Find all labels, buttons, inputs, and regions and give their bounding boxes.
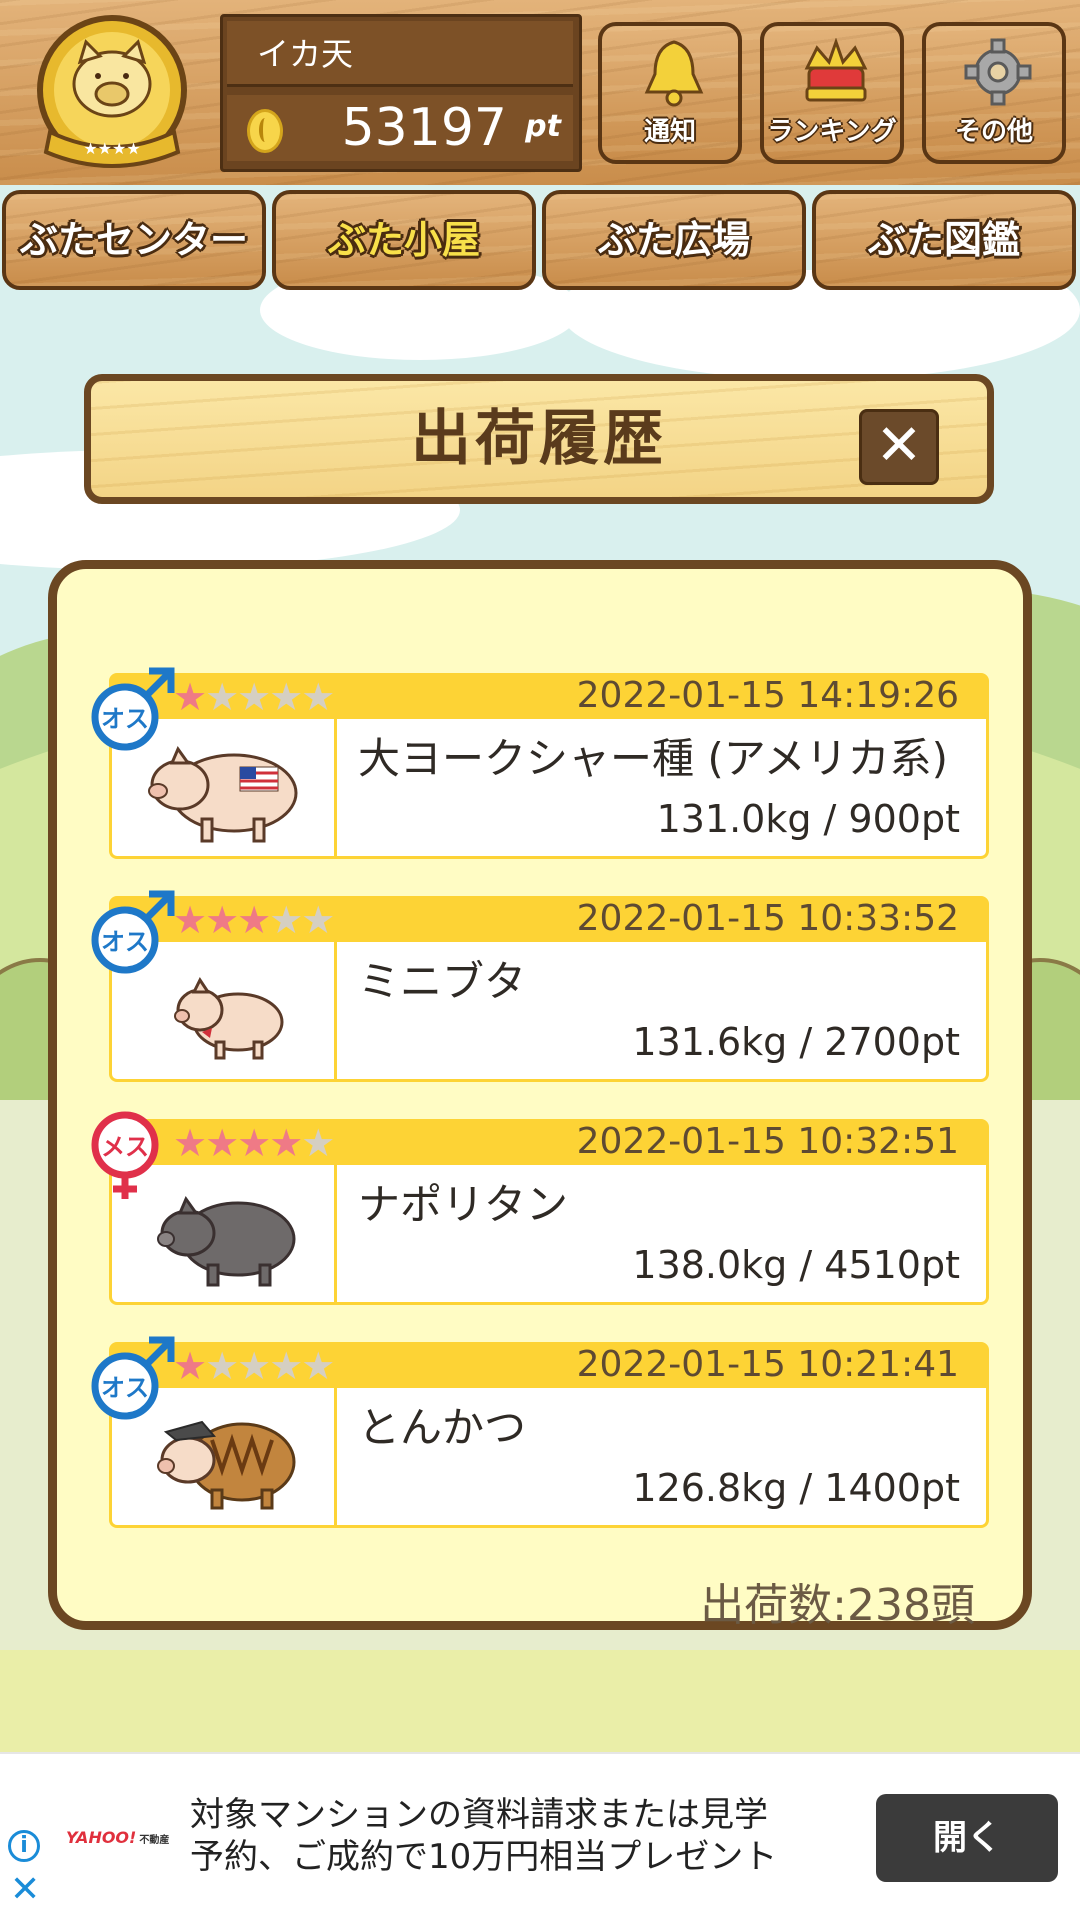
divider [334,942,337,1079]
pig-breed-name: とんかつ [358,1403,527,1452]
ad-text: 対象マンションの資料請求または見学予約、ご成約で10万円相当プレゼント [190,1795,778,1877]
entry-body: ナポリタン 138.0kg / 4510pt [109,1165,989,1305]
ad-open-button[interactable]: 開く [876,1794,1058,1882]
entry-body: ミニブタ 131.6kg / 2700pt [109,942,989,1082]
shipping-date: 2022-01-15 10:21:41 [576,1344,959,1385]
list-item[interactable]: ★★★★★ 2022-01-15 10:33:52 ミニブタ 131.6kg /… [91,890,989,1084]
info-icon[interactable]: i [8,1830,40,1862]
male-icon: オス [91,667,175,751]
divider [334,1388,337,1525]
rating-stars: ★★★★★ [173,898,335,942]
close-icon: ✕ [875,413,923,478]
top-header: ★★★★ イカ天 53197 pt 通知 ランキング その他 [0,0,1080,185]
other-label: その他 [954,117,1033,147]
coin-icon [247,109,283,153]
close-ad-icon[interactable]: ✕ [10,1872,40,1908]
divider [334,1165,337,1302]
entry-body: とんかつ 126.8kg / 1400pt [109,1388,989,1528]
rating-stars: ★★★★★ [173,675,335,719]
svg-text:オス: オス [101,928,149,956]
dialog-title-bar: 出荷履歴 ✕ [84,374,994,504]
tab-buta-hiroba[interactable]: ぶた広場 [542,190,806,290]
entry-header: ★★★★★ 2022-01-15 10:33:52 [109,896,989,942]
notification-button[interactable]: 通知 [598,22,742,164]
notification-label: 通知 [643,117,696,147]
gear-icon [964,38,1032,106]
weight-and-points: 131.6kg / 2700pt [632,1020,960,1064]
list-item[interactable]: ★★★★★ 2022-01-15 10:21:41 とんかつ 126.8kg /… [91,1336,989,1530]
tab-buta-center[interactable]: ぶたセンター [2,190,266,290]
tab-buta-koya[interactable]: ぶた小屋 [272,190,536,290]
entry-header: ★★★★★ 2022-01-15 10:32:51 [109,1119,989,1165]
list-item[interactable]: ★★★★★ 2022-01-15 10:32:51 ナポリタン 138.0kg … [91,1111,989,1307]
pig-medal-icon: ★★★★ [37,15,187,168]
points-display: 53197 pt [227,95,573,161]
ad-logo: YAHOO! 不動産 [66,1828,170,1847]
shipping-date: 2022-01-15 10:32:51 [576,1121,959,1162]
dialog-title: 出荷履歴 [411,404,667,474]
entry-header: ★★★★★ 2022-01-15 14:19:26 [109,673,989,719]
other-button[interactable]: その他 [922,22,1066,164]
pig-breed-name: ナポリタン [358,1180,569,1229]
weight-and-points: 126.8kg / 1400pt [632,1466,960,1510]
svg-text:オス: オス [101,1374,149,1402]
weight-and-points: 131.0kg / 900pt [656,797,960,841]
tab-buta-zukan[interactable]: ぶた図鑑 [812,190,1076,290]
svg-text:オス: オス [101,705,149,733]
pig-breed-name: 大ヨークシャー種 (アメリカ系) [358,734,949,783]
list-item[interactable]: ★★★★★ 2022-01-15 14:19:26 大ヨークシャー種 (アメリカ… [91,667,989,861]
points-value: 53197 [341,98,507,158]
entry-body: 大ヨークシャー種 (アメリカ系) 131.0kg / 900pt [109,719,989,859]
rating-stars: ★★★★★ [173,1344,335,1388]
male-icon: オス [91,1336,175,1420]
divider [334,719,337,856]
username: イカ天 [227,21,573,87]
pig-breed-name: ミニブタ [358,957,527,1006]
bell-icon [644,40,704,107]
weight-and-points: 138.0kg / 4510pt [632,1243,960,1287]
shipping-history-panel: ★★★★★ 2022-01-15 14:19:26 大ヨークシャー種 (アメリカ… [48,560,1032,1631]
rating-stars: ★★★★★ [173,1121,335,1165]
close-button[interactable]: ✕ [859,409,939,485]
female-icon: メス [91,1111,159,1199]
ad-banner[interactable]: i ✕ YAHOO! 不動産 対象マンションの資料請求または見学予約、ご成約で10… [0,1752,1080,1922]
shipping-date: 2022-01-15 14:19:26 [576,675,959,716]
entry-header: ★★★★★ 2022-01-15 10:21:41 [109,1342,989,1388]
shipping-count: 出荷数:238頭 [700,1580,975,1631]
points-unit: pt [525,109,561,144]
main-tabs: ぶたセンター ぶた小屋 ぶた広場 ぶた図鑑 [0,190,1080,296]
crown-icon [804,38,868,102]
male-icon: オス [91,890,175,974]
user-info-box: イカ天 53197 pt [220,14,582,172]
ranking-button[interactable]: ランキング [760,22,904,164]
svg-text:★★★★: ★★★★ [83,139,140,158]
svg-text:メス: メス [101,1133,149,1161]
ranking-label: ランキング [767,117,897,147]
shipping-date: 2022-01-15 10:33:52 [576,898,959,939]
player-rank-badge[interactable]: ★★★★ [28,12,208,174]
